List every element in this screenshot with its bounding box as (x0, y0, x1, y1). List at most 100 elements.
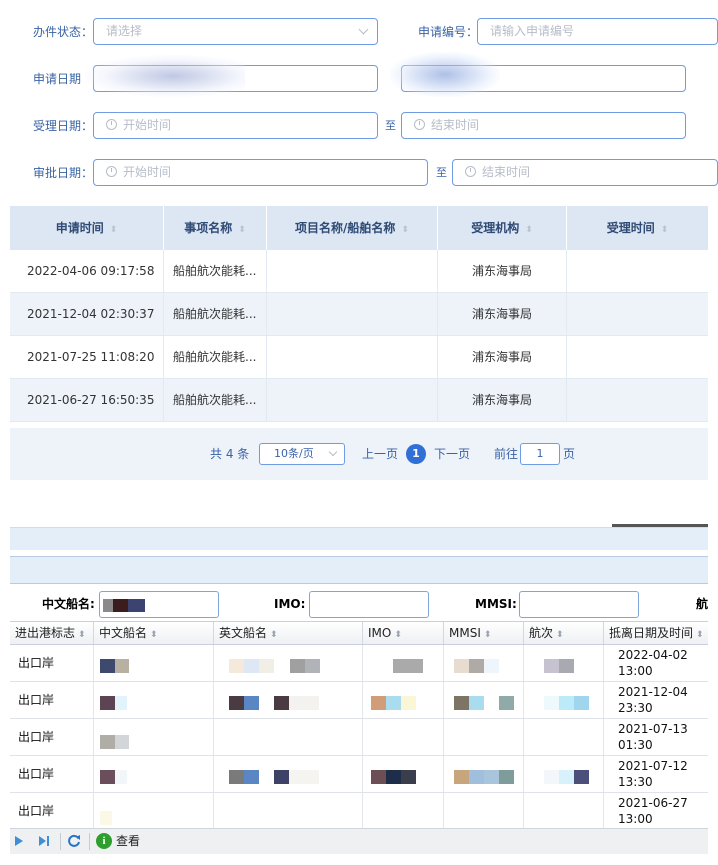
redacted-block (371, 696, 386, 710)
org-cell: 浦东海事局 (438, 379, 567, 421)
imo-cell (363, 793, 444, 829)
table-header: 申请时间 ⬍ 事项名称 ⬍ 项目名称/船舶名称 ⬍ 受理机构 ⬍ 受理时间 ⬍ (10, 206, 708, 250)
voyage-cell (524, 645, 604, 681)
clock-icon (414, 119, 425, 130)
approve-date-start[interactable]: 开始时间 (93, 159, 428, 186)
redacted-block (574, 770, 589, 784)
sort-icon[interactable]: ⬍ (525, 208, 533, 252)
column-header-voyage[interactable]: 航次 ⬍ (524, 622, 604, 644)
column-header-apply-time[interactable]: 申请时间 ⬍ (10, 206, 164, 250)
column-header-flag[interactable]: 进出港标志 ⬍ (10, 622, 94, 644)
grid-toolbar: i 查看 (10, 828, 708, 854)
apply-time-cell: 2021-12-04 02:30:37 (10, 293, 164, 335)
view-label: 查看 (116, 834, 141, 848)
sort-icon[interactable]: ⬍ (78, 624, 86, 646)
redacted-block (305, 659, 320, 673)
sort-icon[interactable]: ⬍ (270, 624, 278, 646)
arrival-time-cell: 2021-07-12 13:30 (618, 759, 688, 789)
next-page-icon[interactable] (15, 836, 23, 846)
redacted-block (229, 659, 244, 673)
redacted-block (559, 696, 574, 710)
sort-icon[interactable]: ⬍ (394, 624, 402, 646)
grid-row[interactable]: 出口岸 2021-12-04 23:30 (10, 682, 708, 719)
redacted-block (371, 770, 386, 784)
accept-date-end[interactable]: 结束时间 (401, 112, 686, 139)
project-name-cell (267, 250, 438, 292)
refresh-icon[interactable] (68, 834, 81, 847)
grid-row[interactable]: 出口岸 2021-07-13 01:30 (10, 719, 708, 756)
redacted-block (289, 770, 319, 784)
last-page-icon[interactable] (39, 836, 49, 846)
voyage-cell (524, 719, 604, 755)
column-header-en-name[interactable]: 英文船名 ⬍ (214, 622, 363, 644)
redacted-block (454, 696, 469, 710)
voyage-cell (524, 756, 604, 792)
imo-label: IMO: (274, 597, 306, 611)
sort-icon[interactable]: ⬍ (401, 208, 409, 252)
redacted-block (103, 599, 113, 612)
sort-icon[interactable]: ⬍ (484, 624, 492, 646)
table-row[interactable]: 2021-07-25 11:08:20 船舶航次能耗... 浦东海事局 (10, 336, 708, 379)
grid-row[interactable]: 出口岸 2021-06-27 13:00 (10, 793, 708, 830)
column-header-mmsi[interactable]: MMSI ⬍ (444, 622, 524, 644)
imo-cell (363, 756, 444, 792)
table-row[interactable]: 2021-06-27 16:50:35 船舶航次能耗... 浦东海事局 (10, 379, 708, 422)
redacted-block (100, 696, 115, 710)
column-header-project-name[interactable]: 项目名称/船舶名称 ⬍ (267, 206, 438, 250)
sort-icon[interactable]: ⬍ (150, 624, 158, 646)
grid-row[interactable]: 出口岸 2022-04-02 13:00 (10, 645, 708, 682)
voyage-cell (524, 682, 604, 718)
sort-icon[interactable]: ⬍ (238, 208, 246, 252)
redacted-block (454, 659, 469, 673)
item-name-cell: 船舶航次能耗... (164, 250, 267, 292)
column-header-imo[interactable]: IMO ⬍ (363, 622, 444, 644)
table-row[interactable]: 2022-04-06 09:17:58 船舶航次能耗... 浦东海事局 (10, 250, 708, 293)
current-page[interactable]: 1 (406, 444, 426, 464)
redacted-block (469, 696, 484, 710)
apply-no-input[interactable]: 请输入申请编号 (477, 18, 718, 45)
column-header-accept-time[interactable]: 受理时间 ⬍ (567, 206, 708, 250)
redacted-block (115, 735, 129, 749)
mmsi-cell (444, 793, 524, 829)
redacted-block (484, 770, 499, 784)
goto-page-input[interactable]: 1 (520, 443, 560, 465)
toolbar-divider (89, 833, 90, 850)
chevron-down-icon (358, 24, 369, 35)
redacted-block (274, 770, 289, 784)
sort-icon[interactable]: ⬍ (110, 208, 118, 252)
column-header-org[interactable]: 受理机构 ⬍ (438, 206, 567, 250)
redacted-block (499, 696, 514, 710)
column-header-item-name[interactable]: 事项名称 ⬍ (164, 206, 267, 250)
redacted-block (100, 770, 115, 784)
approve-date-end[interactable]: 结束时间 (452, 159, 718, 186)
flag-cell: 出口岸 (10, 793, 94, 829)
arrival-time-cell: 2022-04-02 13:00 (618, 648, 688, 678)
mmsi-input[interactable] (519, 591, 639, 618)
next-page-button[interactable]: 下一页 (434, 443, 470, 465)
sort-icon[interactable]: ⬍ (696, 624, 704, 646)
redacted-block (128, 599, 145, 612)
redacted-block (289, 696, 319, 710)
accept-date-start[interactable]: 开始时间 (93, 112, 378, 139)
project-name-cell (267, 379, 438, 421)
cn-ship-name-input[interactable] (99, 591, 219, 618)
en-name-cell (214, 719, 363, 755)
redacted-block (115, 659, 129, 673)
grid-row[interactable]: 出口岸 2021-07-12 13:30 (10, 756, 708, 793)
cn-name-cell (94, 793, 214, 829)
column-header-cn-name[interactable]: 中文船名 ⬍ (94, 622, 214, 644)
redacted-block (100, 735, 115, 749)
apply-date-label: 申请日期 (33, 72, 82, 86)
redacted-block (113, 599, 128, 612)
prev-page-button[interactable]: 上一页 (362, 443, 398, 465)
flag-cell: 出口岸 (10, 645, 94, 681)
sort-icon[interactable]: ⬍ (556, 624, 564, 646)
redacted-block (229, 696, 244, 710)
status-select[interactable]: 请选择 (93, 18, 378, 45)
column-header-arrival-time[interactable]: 抵离日期及时间 ⬍ (604, 622, 708, 644)
page-size-select[interactable]: 10条/页 (259, 443, 345, 465)
table-row[interactable]: 2021-12-04 02:30:37 船舶航次能耗... 浦东海事局 (10, 293, 708, 336)
cn-name-cell (94, 682, 214, 718)
sort-icon[interactable]: ⬍ (661, 208, 669, 252)
imo-input[interactable] (309, 591, 429, 618)
